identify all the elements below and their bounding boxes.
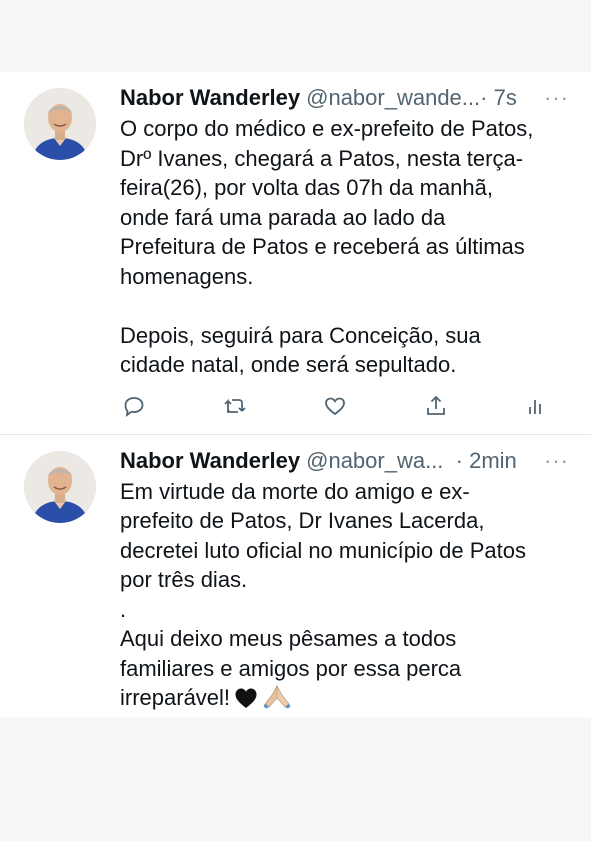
analytics-icon[interactable] (522, 392, 550, 420)
author-handle[interactable]: @nabor_wande... (306, 84, 480, 112)
tweet[interactable]: Nabor Wanderley @nabor_wa... · 2min ··· … (0, 433, 591, 717)
avatar-column (0, 84, 120, 434)
tweet-timestamp[interactable]: · 2min (443, 447, 517, 475)
avatar[interactable] (24, 450, 96, 523)
more-options-icon[interactable]: ··· (536, 447, 569, 475)
author-name[interactable]: Nabor Wanderley (120, 447, 300, 475)
tweet-actions (120, 380, 556, 434)
tweet[interactable]: Nabor Wanderley @nabor_wande... · 7s ···… (0, 72, 591, 434)
share-icon[interactable] (422, 392, 450, 420)
avatar-portrait-icon (24, 88, 96, 160)
reply-icon[interactable] (120, 392, 148, 420)
more-options-icon[interactable]: ··· (536, 84, 569, 112)
avatar-portrait-icon (24, 450, 96, 523)
tweet-feed: Nabor Wanderley @nabor_wande... · 7s ···… (0, 72, 591, 717)
black-heart-icon (234, 687, 258, 717)
tweet-text: Em virtude da morte do amigo e ex- prefe… (120, 477, 569, 717)
tweet-body: Nabor Wanderley @nabor_wa... · 2min ··· … (120, 447, 591, 717)
like-icon[interactable] (321, 392, 349, 420)
retweet-icon[interactable] (221, 392, 249, 420)
avatar[interactable] (24, 88, 96, 160)
folded-hands-icon (262, 683, 292, 717)
tweet-body: Nabor Wanderley @nabor_wande... · 7s ···… (120, 84, 591, 434)
author-handle[interactable]: @nabor_wa... (306, 447, 443, 475)
author-name[interactable]: Nabor Wanderley (120, 84, 300, 112)
tweet-header: Nabor Wanderley @nabor_wa... · 2min ··· (120, 447, 569, 477)
avatar-column (0, 447, 120, 717)
tweet-text: O corpo do médico e ex-prefeito de Patos… (120, 116, 534, 377)
tweet-text-content: Em virtude da morte do amigo e ex- prefe… (120, 478, 527, 711)
tweet-timestamp[interactable]: · 7s (480, 84, 517, 112)
tweet-header: Nabor Wanderley @nabor_wande... · 7s ··· (120, 84, 569, 114)
